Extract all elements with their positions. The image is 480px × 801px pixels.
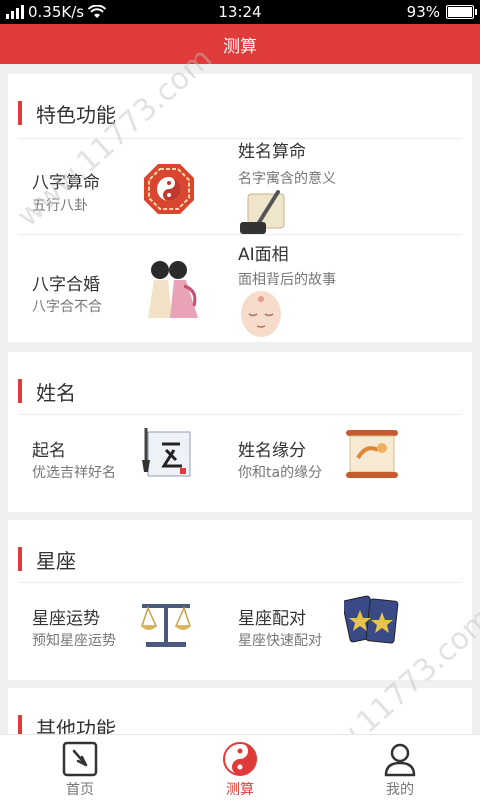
tab-label: 首页 [66,782,94,798]
tab-label: 测算 [226,782,254,798]
bottom-tab-bar: 首页 测算 我的 [0,734,480,801]
item-subtitle: 五行八卦 [32,198,88,214]
item-title: 姓名缘分 [238,441,306,461]
user-icon [384,743,416,777]
item-ai-mianxiang[interactable]: AI面相 面相背后的故事 [238,244,458,337]
main-content: 特色功能 八字算命 五行八卦 姓名算命 名字寓含的意义 八字合婚 八字合不合 A… [0,64,480,734]
item-xingming-yuanfen[interactable]: 姓名缘分 你和ta的缘分 [238,422,458,512]
item-title: 星座配对 [238,609,306,629]
painting-scroll-icon [346,430,398,478]
tarot-cards-icon [344,595,399,644]
item-subtitle: 星座快速配对 [238,633,322,649]
item-subtitle: 预知星座运势 [32,633,116,649]
section-header: 特色功能 [18,100,116,127]
scales-icon [140,604,192,647]
item-title: 姓名算命 [238,142,306,162]
item-title: AI面相 [238,245,289,265]
item-bazi-suanming[interactable]: 八字算命 五行八卦 [32,144,252,234]
battery-percent: 93% [406,3,440,21]
couple-icon [148,261,198,318]
item-bazi-hehun[interactable]: 八字合婚 八字合不合 [32,244,252,334]
tab-profile[interactable]: 我的 [320,735,480,801]
item-title: 起名 [32,441,66,461]
section-header: 姓名 [18,378,76,405]
bagua-icon [144,164,194,214]
section-title: 特色功能 [36,102,116,127]
section-title: 星座 [36,548,76,573]
name-brush-icon [142,428,191,477]
section-featured: 特色功能 八字算命 五行八卦 姓名算命 名字寓含的意义 八字合婚 八字合不合 A… [8,74,472,342]
item-subtitle: 优选吉祥好名 [32,465,116,481]
item-subtitle: 你和ta的缘分 [238,465,323,481]
section-title: 其他功能 [36,716,116,735]
item-title: 八字合婚 [32,275,100,295]
face-icon [241,291,281,337]
item-subtitle: 八字合不合 [32,299,102,315]
section-title: 姓名 [36,380,76,405]
item-subtitle: 名字寓含的意义 [238,171,336,187]
item-xingming-suanming[interactable]: 姓名算命 名字寓含的意义 [238,142,458,234]
section-other: 其他功能 [8,688,472,734]
section-header: 星座 [18,546,76,573]
tab-cesuan[interactable]: 测算 [160,735,320,801]
item-title: 八字算命 [32,173,100,193]
tab-label: 我的 [386,782,414,798]
item-qiming[interactable]: 起名 优选吉祥好名 [32,422,252,512]
item-title: 星座运势 [32,609,100,629]
section-name: 姓名 起名 优选吉祥好名 姓名缘分 你和ta的缘分 [8,352,472,512]
section-header: 其他功能 [18,714,116,734]
header-bar: 测算 [0,24,480,64]
section-constellation: 星座 星座运势 预知星座运势 星座配对 星座快速配对 [8,520,472,680]
item-xingzuo-peidui[interactable]: 星座配对 星座快速配对 [238,590,458,680]
yinyang-icon [223,742,257,776]
status-bar: 0.35K/s 13:24 93% [0,0,480,24]
item-xingzuo-yunshi[interactable]: 星座运势 预知星座运势 [32,590,252,680]
scroll-brush-icon [240,190,285,234]
battery-icon [446,5,477,19]
page-title: 测算 [223,36,257,57]
compass-icon [62,741,98,777]
tab-home[interactable]: 首页 [0,735,160,801]
